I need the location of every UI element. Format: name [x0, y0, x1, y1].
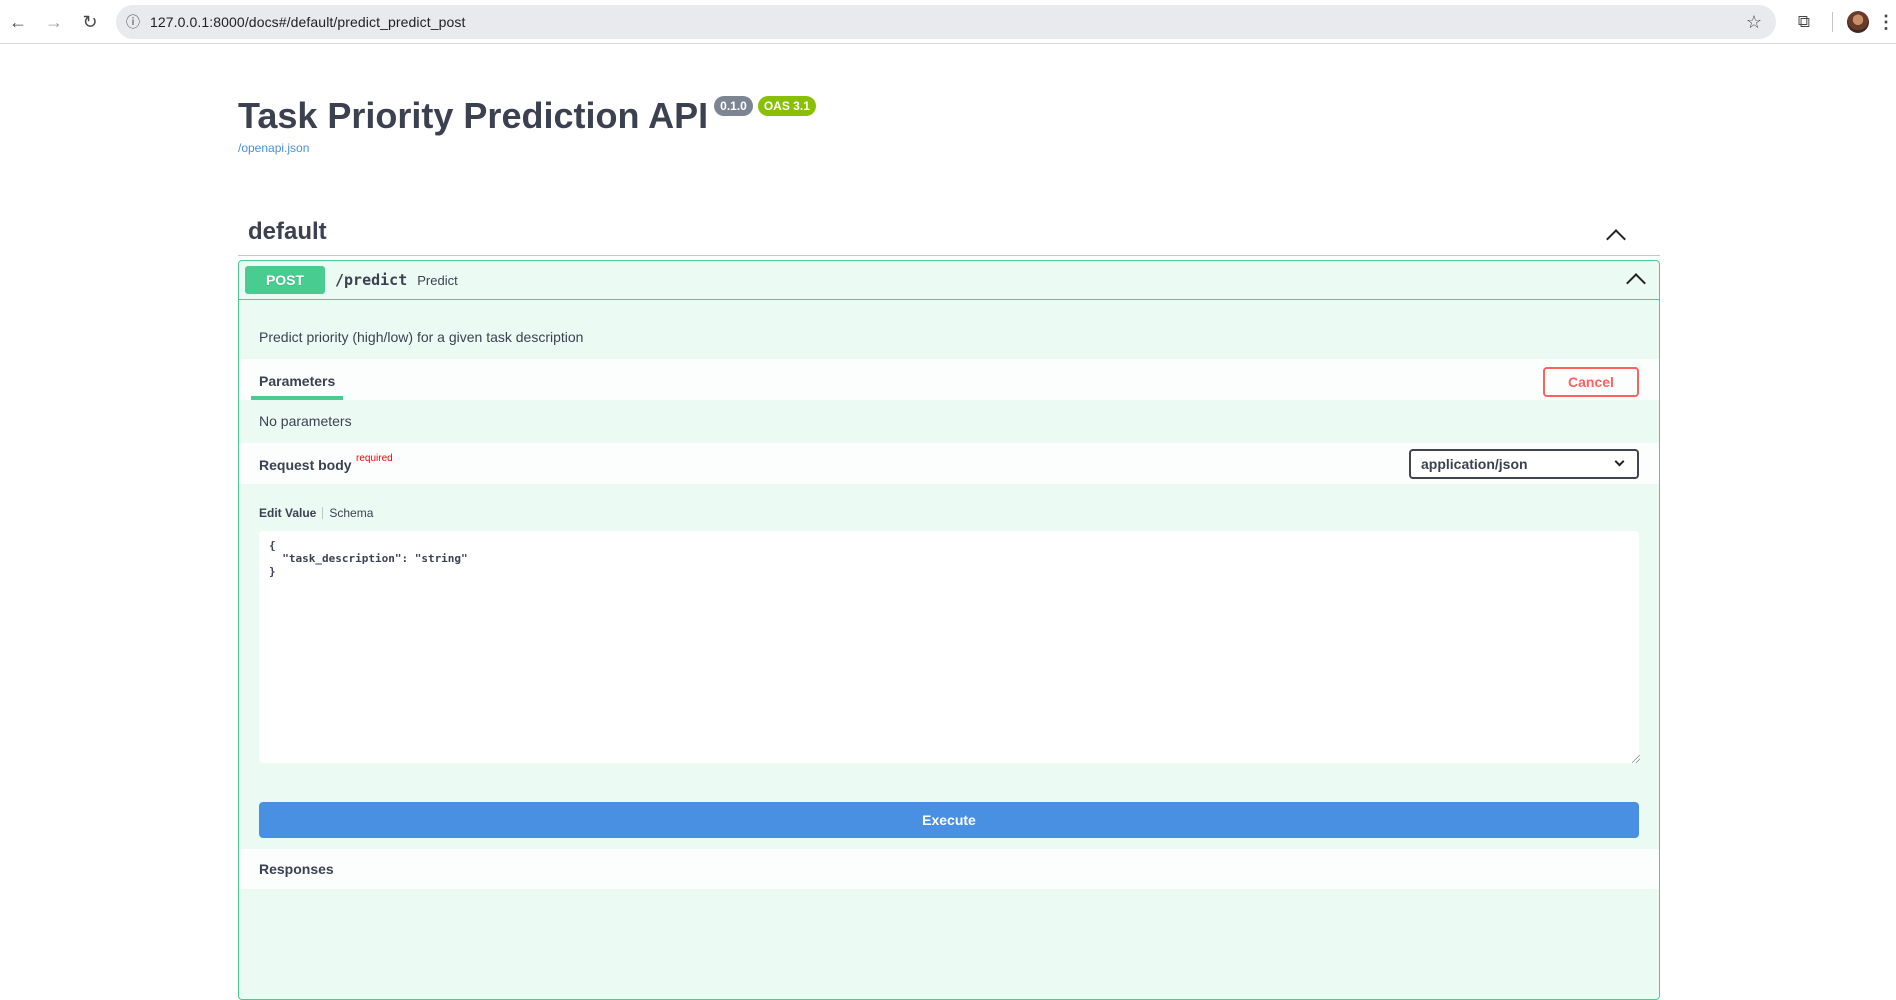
operation-path: /predict	[335, 271, 408, 289]
body-edit-tabs: Edit Value Schema	[259, 506, 373, 520]
tab-edit-value[interactable]: Edit Value	[259, 506, 316, 520]
tab-schema[interactable]: Schema	[329, 506, 373, 520]
oas-badge: OAS 3.1	[757, 96, 816, 116]
extensions-icon[interactable]: ⧉	[1790, 8, 1818, 36]
request-body-label: Request body	[259, 457, 352, 473]
address-bar[interactable]: ⓘ 127.0.0.1:8000/docs#/default/predict_p…	[116, 5, 1776, 39]
request-body-header: Request body required application/json	[239, 443, 1659, 484]
operation-summary-text: Predict	[417, 272, 458, 288]
no-parameters-text: No parameters	[259, 413, 352, 429]
tab-separator	[322, 507, 324, 519]
openapi-json-link[interactable]: /openapi.json	[238, 141, 309, 155]
reload-icon[interactable]: ↻	[76, 8, 104, 36]
chevron-up-icon[interactable]	[1606, 229, 1626, 249]
cancel-button[interactable]: Cancel	[1543, 367, 1639, 397]
content-type-value: application/json	[1421, 456, 1528, 472]
chevron-down-icon	[1614, 456, 1625, 467]
api-info: Task Priority Prediction API 0.1.0 OAS 3…	[238, 94, 816, 138]
operation-block-post-predict: POST /predict Predict Predict priority (…	[238, 260, 1660, 1000]
required-marker: required	[356, 453, 393, 464]
responses-label: Responses	[259, 861, 334, 877]
request-body-editor[interactable]: { "task_description": "string" }	[259, 531, 1639, 763]
method-badge: POST	[245, 266, 325, 294]
section-header-default[interactable]: default	[238, 208, 1660, 256]
toolbar-divider	[1832, 12, 1833, 32]
resize-handle-icon[interactable]	[1632, 755, 1640, 763]
tab-underline	[251, 396, 343, 400]
operation-description: Predict priority (high/low) for a given …	[259, 329, 584, 345]
browser-menu-icon[interactable]: ⋮	[1876, 8, 1896, 36]
site-info-icon[interactable]: ⓘ	[116, 5, 150, 39]
operation-summary[interactable]: POST /predict Predict	[239, 261, 1659, 300]
tab-parameters[interactable]: Parameters	[259, 373, 335, 389]
url-text[interactable]: 127.0.0.1:8000/docs#/default/predict_pre…	[150, 14, 465, 30]
version-badge: 0.1.0	[714, 96, 753, 116]
back-icon[interactable]: ←	[4, 8, 32, 36]
responses-header: Responses	[239, 849, 1659, 889]
collapse-chevron-icon[interactable]	[1626, 273, 1646, 293]
section-title: default	[248, 218, 327, 245]
profile-avatar[interactable]	[1847, 11, 1869, 33]
content-type-select[interactable]: application/json	[1409, 449, 1639, 479]
bookmark-star-icon[interactable]: ☆	[1746, 12, 1762, 33]
forward-icon[interactable]: →	[40, 8, 68, 36]
browser-toolbar: ← → ↻ ⓘ 127.0.0.1:8000/docs#/default/pre…	[0, 0, 1896, 44]
api-title: Task Priority Prediction API	[238, 95, 709, 136]
parameters-header: Parameters Cancel	[239, 359, 1659, 400]
execute-button[interactable]: Execute	[259, 802, 1639, 838]
